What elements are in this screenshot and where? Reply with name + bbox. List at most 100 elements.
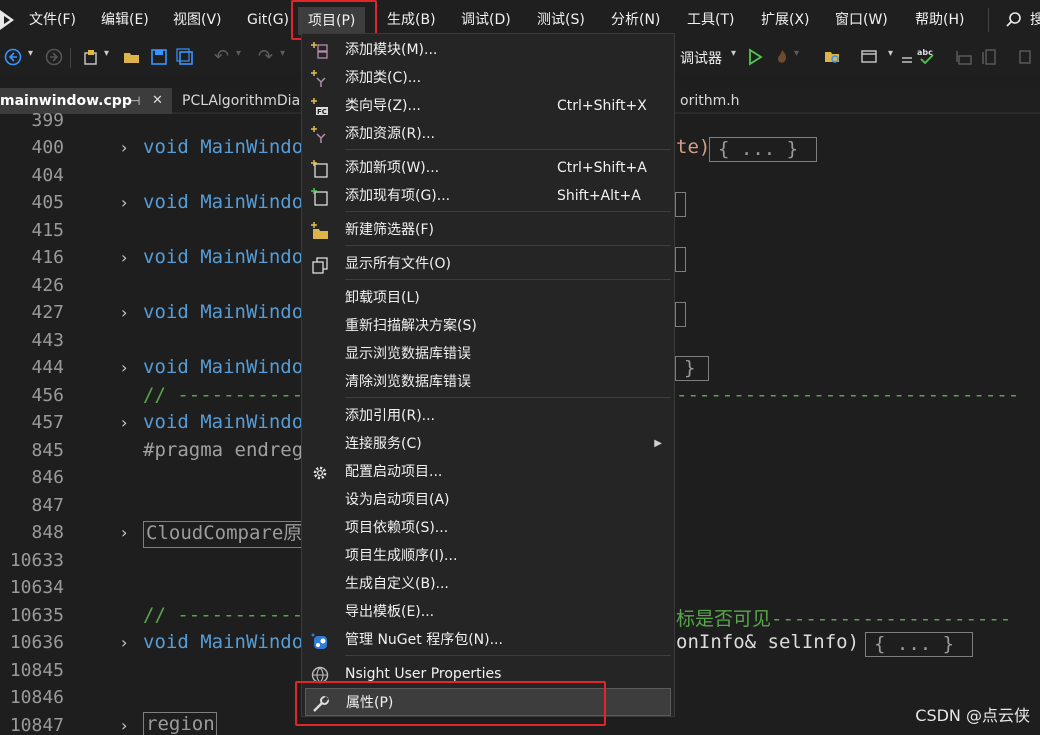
- menu-git[interactable]: Git(G): [247, 0, 289, 40]
- collapsed-region[interactable]: }: [675, 356, 709, 381]
- collapsed-region[interactable]: [675, 247, 686, 272]
- back-dropdown-icon[interactable]: ▾: [28, 48, 46, 66]
- code-line: void MainWindo: [143, 191, 304, 213]
- menu-item-show-all-files[interactable]: 显示所有文件(O): [302, 250, 674, 278]
- uncomment-icon[interactable]: [980, 48, 998, 66]
- save-icon[interactable]: [150, 48, 168, 66]
- menu-item-add-class[interactable]: 添加类(C)...: [302, 64, 674, 92]
- menu-item-connected-services[interactable]: 连接服务(C) ▶: [302, 430, 674, 458]
- back-icon[interactable]: [4, 48, 22, 66]
- menu-item-label: 配置启动项目...: [345, 464, 443, 480]
- expand-chevron-icon[interactable]: ›: [121, 523, 127, 542]
- menu-item-label: 项目生成顺序(I)...: [345, 548, 458, 564]
- find-in-files-icon[interactable]: [824, 48, 842, 66]
- tab-label: PCLAlgorithmDia: [182, 93, 301, 109]
- pin-icon[interactable]: ⊣: [130, 88, 140, 114]
- menu-item-shortcut: Ctrl+Shift+X: [557, 98, 647, 114]
- collapsed-region[interactable]: [675, 192, 686, 217]
- menu-file[interactable]: 文件(F): [29, 0, 76, 40]
- search-icon[interactable]: [1005, 11, 1023, 29]
- forward-icon[interactable]: [45, 48, 63, 66]
- expand-chevron-icon[interactable]: ›: [121, 413, 127, 432]
- menu-item-class-wizard[interactable]: FC 类向导(Z)... Ctrl+Shift+X: [302, 92, 674, 120]
- menu-item-add-new-item[interactable]: 添加新项(W)... Ctrl+Shift+A: [302, 154, 674, 182]
- collapsed-region[interactable]: { ... }: [709, 137, 817, 162]
- expand-chevron-icon[interactable]: ›: [121, 193, 127, 212]
- new-project-dropdown-icon[interactable]: ▾: [104, 48, 122, 66]
- line-number: 404: [31, 165, 64, 186]
- comment-out-icon[interactable]: [955, 48, 973, 66]
- menu-item-label: 添加现有项(G)...: [345, 188, 451, 204]
- collapsed-region[interactable]: region: [143, 712, 217, 735]
- menu-item-clear-browse-db-errors[interactable]: 清除浏览数据库错误: [302, 368, 674, 396]
- expand-chevron-icon[interactable]: ›: [121, 633, 127, 652]
- code-line: #pragma endreg: [143, 439, 304, 461]
- menu-item-label: 添加模块(M)...: [345, 42, 438, 58]
- redo-dropdown-icon[interactable]: ▾: [280, 48, 298, 66]
- undo-icon[interactable]: ↶: [214, 48, 232, 66]
- line-number: 405: [31, 192, 64, 213]
- vs-logo-icon[interactable]: [0, 10, 14, 30]
- menu-item-export-template[interactable]: 导出模板(E)...: [302, 598, 674, 626]
- collapsed-region[interactable]: { ... }: [865, 632, 973, 657]
- tab-mainwindow-cpp[interactable]: mainwindow.cpp ⊣ ✕: [0, 88, 172, 114]
- tab-label: orithm.h: [680, 93, 740, 109]
- line-number: 10633: [9, 550, 64, 571]
- spell-check-icon[interactable]: abc: [917, 48, 935, 66]
- code-line: void MainWindo: [143, 301, 304, 323]
- expand-chevron-icon[interactable]: ›: [121, 303, 127, 322]
- menu-item-project-dependencies[interactable]: 项目依赖项(S)...: [302, 514, 674, 542]
- tab-label: mainwindow.cpp: [0, 93, 132, 109]
- menu-item-show-browse-db-errors[interactable]: 显示浏览数据库错误: [302, 340, 674, 368]
- collapsed-region[interactable]: [675, 302, 686, 327]
- hot-reload-icon[interactable]: [773, 48, 791, 66]
- menu-item-manage-nuget[interactable]: 管理 NuGet 程序包(N)...: [302, 626, 674, 654]
- menu-edit[interactable]: 编辑(E): [101, 0, 149, 40]
- redo-icon[interactable]: ↷: [258, 48, 276, 66]
- menu-separator: [345, 397, 671, 398]
- menu-help[interactable]: 帮助(H): [915, 0, 964, 40]
- close-icon[interactable]: ✕: [152, 88, 163, 114]
- menu-item-new-filter[interactable]: 新建筛选器(F): [302, 216, 674, 244]
- toolbar-overflow-icon[interactable]: [1016, 48, 1034, 66]
- new-project-icon[interactable]: [82, 48, 100, 66]
- hot-reload-dropdown-icon[interactable]: ▾: [794, 48, 812, 66]
- menu-item-configure-startup[interactable]: 配置启动项目...: [302, 458, 674, 486]
- menu-item-add-existing-item[interactable]: 添加现有项(G)... Shift+Alt+A: [302, 182, 674, 210]
- expand-chevron-icon[interactable]: ›: [121, 358, 127, 377]
- save-all-icon[interactable]: [176, 48, 194, 66]
- menu-item-add-module[interactable]: 添加模块(M)...: [302, 36, 674, 64]
- undo-dropdown-icon[interactable]: ▾: [236, 48, 254, 66]
- search-label[interactable]: 搜: [1030, 0, 1040, 40]
- menu-separator: [345, 655, 671, 656]
- code-line-tail: onInfo& selInfo): [676, 631, 860, 653]
- expand-chevron-icon[interactable]: ›: [121, 716, 127, 735]
- menu-view[interactable]: 视图(V): [173, 0, 222, 40]
- menu-item-build-customizations[interactable]: 生成自定义(B)...: [302, 570, 674, 598]
- menu-item-add-reference[interactable]: 添加引用(R)...: [302, 402, 674, 430]
- code-line: void MainWindo: [143, 631, 304, 653]
- menu-item-rescan-solution[interactable]: 重新扫描解决方案(S): [302, 312, 674, 340]
- highlight-box-properties: [295, 681, 606, 726]
- menu-item-build-order[interactable]: 项目生成顺序(I)...: [302, 542, 674, 570]
- line-number: 444: [31, 357, 64, 378]
- add-new-item-icon: [311, 160, 329, 178]
- start-debug-icon[interactable]: [746, 48, 764, 66]
- menu-extensions[interactable]: 扩展(X): [761, 0, 810, 40]
- line-number: 847: [31, 495, 64, 516]
- align-icon[interactable]: [900, 48, 918, 66]
- tab-algorithm-h[interactable]: orithm.h: [676, 88, 793, 114]
- open-folder-icon[interactable]: [123, 48, 141, 66]
- menu-window[interactable]: 窗口(W): [835, 0, 888, 40]
- window-layout-icon[interactable]: [860, 48, 878, 66]
- debugger-label[interactable]: 调试器: [680, 48, 722, 68]
- expand-chevron-icon[interactable]: ›: [121, 248, 127, 267]
- menu-item-unload-project[interactable]: 卸载项目(L): [302, 284, 674, 312]
- expand-chevron-icon[interactable]: ›: [121, 138, 127, 157]
- menu-item-set-startup[interactable]: 设为启动项目(A): [302, 486, 674, 514]
- menu-item-add-resource[interactable]: 添加资源(R)...: [302, 120, 674, 148]
- collapsed-region[interactable]: CloudCompare原: [143, 521, 303, 548]
- menu-separator: [345, 279, 671, 280]
- menu-tools[interactable]: 工具(T): [687, 0, 734, 40]
- tab-pclalgorithmdialog[interactable]: PCLAlgorithmDia: [178, 88, 303, 114]
